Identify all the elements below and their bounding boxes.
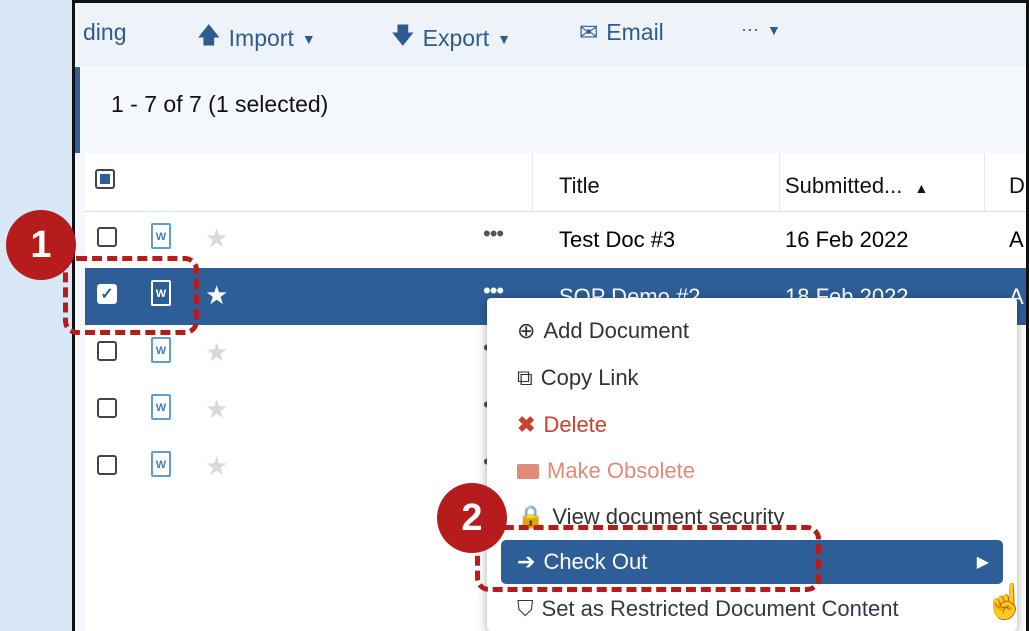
star-icon[interactable]: ★: [205, 394, 228, 425]
annotation-box-step2: [475, 525, 821, 592]
accent-bar: [75, 67, 80, 153]
annotation-badge-step1: 1: [6, 210, 76, 280]
row-submitted: 16 Feb 2022: [785, 227, 909, 252]
copy-icon: ⧉: [517, 365, 533, 390]
toolbar: ding 🡅 Import ▼ 🡇 Export ▼ ✉ Email ··· ▼: [75, 3, 1026, 67]
import-label: Import: [228, 25, 294, 51]
table-row[interactable]: W ★ ••• Test Doc #3 16 Feb 2022 A: [85, 211, 1026, 268]
select-all-checkbox[interactable]: [95, 169, 115, 189]
menu-item-make-obsolete[interactable]: Make Obsolete: [517, 458, 695, 484]
x-icon: ✖: [517, 412, 536, 437]
star-icon[interactable]: ★: [205, 451, 228, 482]
row-checkbox[interactable]: [97, 341, 117, 361]
hand-pointer-icon: ☝: [984, 583, 1027, 621]
star-icon[interactable]: ★: [205, 280, 228, 311]
row-next: A: [1009, 227, 1024, 252]
plus-circle-icon: ⊕: [517, 318, 536, 343]
caret-down-icon: ▼: [766, 21, 781, 38]
row-checkbox[interactable]: [97, 455, 117, 475]
star-icon[interactable]: ★: [205, 337, 228, 368]
header-submitted[interactable]: Submitted... ▲: [785, 173, 928, 199]
email-label: Email: [606, 19, 664, 45]
more-actions-button[interactable]: ··· ▼: [741, 19, 781, 40]
menu-item-set-restricted-content[interactable]: ⛉ Set as Restricted Document Content: [517, 596, 899, 622]
header-next[interactable]: D: [1009, 173, 1025, 199]
menu-item-label: Copy Link: [540, 365, 639, 390]
folder-icon: [517, 463, 539, 479]
email-button[interactable]: ✉ Email: [579, 19, 664, 46]
caret-down-icon: ▼: [301, 30, 316, 47]
menu-item-copy-link[interactable]: ⧉ Copy Link: [517, 365, 639, 391]
row-actions-button[interactable]: •••: [483, 221, 504, 247]
header-title[interactable]: Title: [559, 173, 600, 199]
menu-item-label: Set as Restricted Document Content: [541, 596, 899, 621]
row-title: Test Doc #3: [559, 227, 676, 252]
menu-item-label: Make Obsolete: [547, 458, 695, 483]
menu-item-add-document[interactable]: ⊕ Add Document: [517, 318, 689, 344]
word-document-icon: W: [151, 223, 171, 249]
toolbar-partial-label: ding: [83, 19, 127, 45]
export-label: Export: [422, 25, 490, 51]
sort-ascending-icon: ▲: [914, 180, 929, 196]
table-header: Title Submitted... ▲ D: [85, 153, 1026, 212]
annotation-box-step1: [63, 256, 199, 335]
word-document-icon: W: [151, 337, 171, 363]
word-document-icon: W: [151, 451, 171, 477]
more-label: ···: [741, 19, 759, 39]
menu-item-label: Delete: [543, 412, 608, 437]
arrow-down-icon: 🡇: [391, 22, 415, 48]
envelope-icon: ✉: [579, 19, 599, 45]
annotation-badge-step2: 2: [437, 483, 507, 553]
row-checkbox[interactable]: [97, 227, 117, 247]
toolbar-partial-button[interactable]: ding: [83, 19, 126, 46]
word-document-icon: W: [151, 394, 171, 420]
arrow-up-icon: 🡅: [197, 22, 221, 48]
caret-down-icon: ▼: [497, 30, 511, 47]
menu-item-label: Add Document: [543, 318, 689, 343]
import-button[interactable]: 🡅 Import ▼: [197, 19, 316, 58]
star-icon[interactable]: ★: [205, 223, 228, 254]
submenu-arrow-icon: ▶: [976, 554, 989, 571]
selection-count: 1 - 7 of 7 (1 selected): [111, 91, 329, 117]
row-checkbox[interactable]: [97, 398, 117, 418]
menu-item-delete[interactable]: ✖ Delete: [517, 412, 607, 438]
shield-icon: ⛉: [517, 596, 534, 621]
export-button[interactable]: 🡇 Export ▼: [391, 19, 511, 58]
